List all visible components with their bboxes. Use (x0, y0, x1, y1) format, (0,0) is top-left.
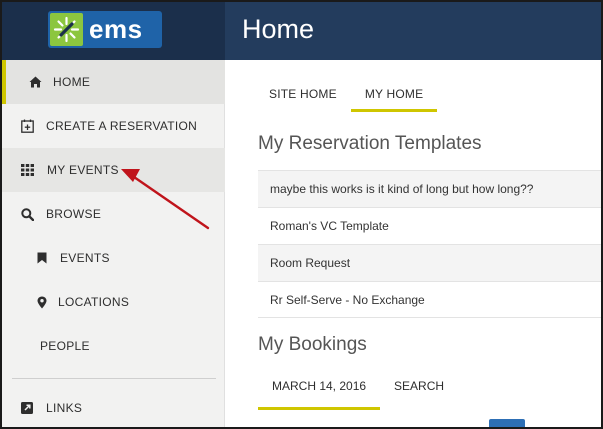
sidebar-item-create-reservation[interactable]: CREATE A RESERVATION (2, 104, 225, 148)
bookings-title: My Bookings (258, 334, 367, 355)
tab-search[interactable]: SEARCH (380, 378, 458, 410)
partial-button[interactable] (489, 419, 525, 427)
external-link-icon (19, 400, 35, 416)
sidebar-item-label: LOCATIONS (58, 295, 130, 309)
sidebar-item-events[interactable]: EVENTS (2, 236, 225, 280)
sidebar-item-label: MY EVENTS (47, 163, 119, 177)
home-tabs: SITE HOME MY HOME (255, 86, 437, 112)
calendar-plus-icon (19, 118, 35, 134)
top-bar: ems Home (2, 2, 601, 60)
sidebar-item-locations[interactable]: LOCATIONS (2, 280, 225, 324)
map-marker-icon (34, 294, 50, 310)
sidebar-item-people[interactable]: PEOPLE (2, 324, 225, 368)
app-window: ems Home HOME CREATE A RESERVATION MY EV… (0, 0, 603, 429)
sidebar-item-label: PEOPLE (40, 339, 90, 353)
home-icon (27, 74, 43, 90)
search-icon (19, 206, 35, 222)
sidebar: HOME CREATE A RESERVATION MY EVENTS BROW… (2, 60, 225, 427)
sidebar-item-my-events[interactable]: MY EVENTS (2, 148, 225, 192)
ems-logo-text: ems (89, 14, 143, 44)
sidebar-item-label: EVENTS (60, 251, 110, 265)
booking-tabs: MARCH 14, 2016 SEARCH (258, 378, 458, 410)
sidebar-item-home[interactable]: HOME (2, 60, 225, 104)
tab-date[interactable]: MARCH 14, 2016 (258, 378, 381, 410)
sidebar-item-browse[interactable]: BROWSE (2, 192, 225, 236)
page-title: Home (242, 14, 315, 44)
bookmark-icon (34, 250, 50, 266)
sidebar-item-label: LINKS (46, 401, 83, 415)
sidebar-item-label: HOME (53, 75, 91, 89)
template-row[interactable]: Roman's VC Template (258, 207, 601, 244)
logo-area: ems (2, 2, 225, 60)
templates-title: My Reservation Templates (258, 133, 482, 154)
ems-logo-icon (50, 13, 83, 46)
main-content: SITE HOME MY HOME My Reservation Templat… (225, 60, 601, 427)
tab-my-home[interactable]: MY HOME (350, 86, 438, 112)
ems-logo[interactable]: ems (48, 11, 162, 48)
sidebar-item-label: BROWSE (46, 207, 102, 221)
sidebar-item-links[interactable]: LINKS (2, 386, 225, 427)
template-row[interactable]: Rr Self-Serve - No Exchange (258, 281, 601, 318)
template-row[interactable]: Room Request (258, 244, 601, 281)
templates-list: maybe this works is it kind of long but … (258, 170, 601, 318)
grid-icon (19, 162, 35, 178)
tab-site-home[interactable]: SITE HOME (255, 86, 351, 112)
template-row[interactable]: maybe this works is it kind of long but … (258, 170, 601, 207)
sidebar-item-label: CREATE A RESERVATION (46, 119, 198, 133)
sidebar-divider (12, 378, 216, 379)
